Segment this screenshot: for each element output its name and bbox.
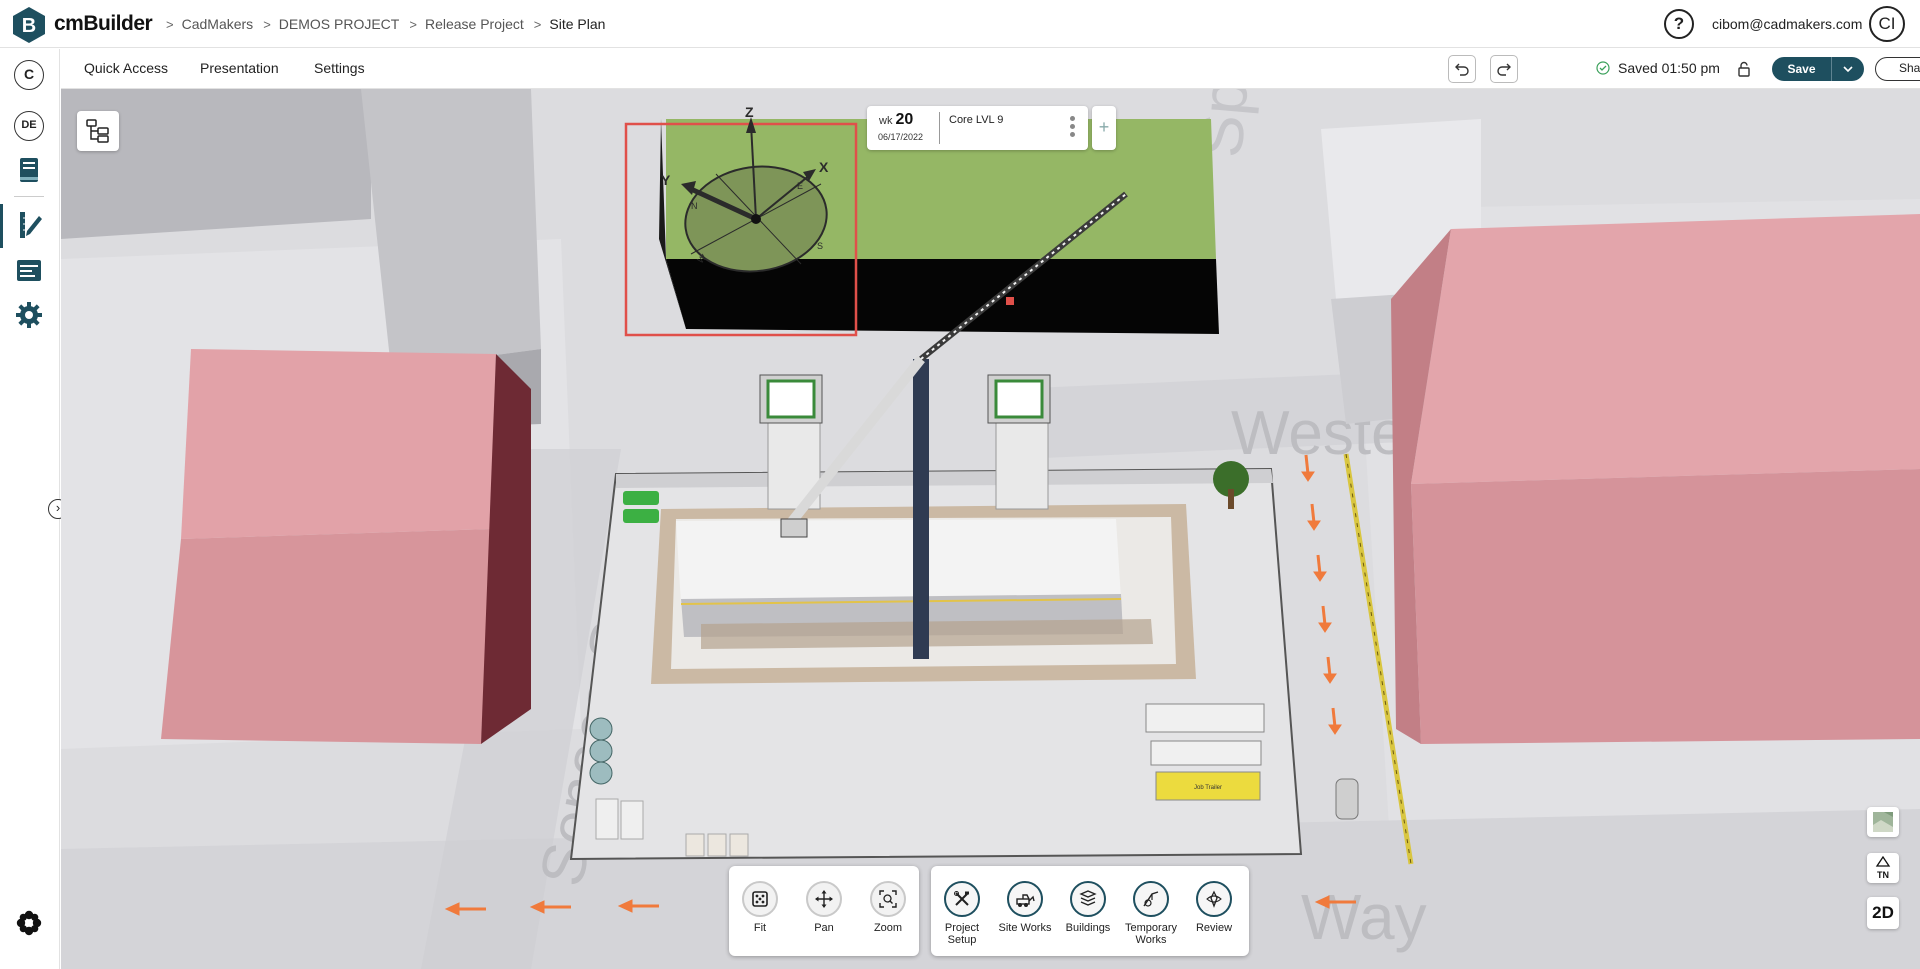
flower-icon[interactable]	[13, 907, 45, 939]
schedule-icon[interactable]	[13, 254, 45, 286]
redo-button[interactable]	[1490, 55, 1518, 83]
project-setup-icon	[944, 881, 980, 917]
svg-text:N: N	[691, 201, 698, 211]
chevron-right-icon: >	[409, 16, 417, 32]
save-status: Saved 01:50 pm	[1596, 60, 1720, 76]
lock-icon	[1738, 61, 1750, 77]
rail-divider	[14, 196, 44, 197]
rail-active-indicator	[0, 204, 3, 248]
site-works-icon	[1007, 881, 1043, 917]
trailer-sign: Job Trailer	[1194, 785, 1222, 791]
redo-icon	[1497, 63, 1511, 76]
breadcrumb: > CadMakers > DEMOS PROJECT > Release Proje…	[166, 16, 615, 32]
map-thumbnail-icon	[1873, 812, 1893, 832]
3d-viewport[interactable]: Spr Weste Seneca St Way	[61, 89, 1920, 969]
work-tools-panel: Project Setup Site Works Buildings Tempo…	[931, 866, 1249, 956]
check-circle-icon	[1596, 61, 1610, 75]
user-email[interactable]: cibom@cadmakers.com	[1712, 16, 1862, 32]
add-timeline-button[interactable]: +	[1092, 106, 1116, 150]
review-icon	[1196, 881, 1232, 917]
breadcrumb-current: > Site Plan	[533, 16, 606, 32]
brand-name: cmBuilder	[54, 12, 153, 35]
review-button[interactable]: Review	[1183, 881, 1245, 934]
zoom-icon	[870, 881, 906, 917]
fit-button[interactable]: Fit	[729, 881, 791, 934]
chevron-right-icon: >	[166, 16, 174, 32]
breadcrumb-item[interactable]: > Release Project	[409, 16, 523, 32]
book-icon[interactable]	[13, 154, 45, 186]
save-button[interactable]: Save	[1772, 57, 1864, 81]
timeline-divider	[939, 112, 940, 144]
true-north-icon: TN	[1875, 856, 1891, 880]
svg-text:S: S	[817, 241, 823, 251]
undo-icon	[1455, 63, 1469, 76]
pan-icon	[806, 881, 842, 917]
pencil-ruler-icon[interactable]	[13, 209, 45, 241]
temporary-works-button[interactable]: Temporary Works	[1120, 881, 1182, 946]
navigation-tools-panel: Fit Pan Zoom	[729, 866, 919, 956]
project-setup-button[interactable]: Project Setup	[931, 881, 993, 946]
share-button[interactable]: Share	[1875, 57, 1920, 81]
svg-text:B: B	[22, 15, 36, 37]
timeline-date: 06/17/2022	[878, 132, 924, 142]
svg-text:X: X	[819, 159, 829, 175]
timeline-card[interactable]: wk 20 06/17/2022 Core LVL 9	[867, 106, 1088, 150]
lock-button[interactable]	[1730, 55, 1758, 83]
temporary-works-icon	[1133, 881, 1169, 917]
svg-text:TN: TN	[1877, 870, 1889, 880]
model-tree-button[interactable]	[77, 111, 119, 151]
site-scene[interactable]: Spr Weste Seneca St Way	[61, 89, 1920, 969]
true-north-button[interactable]: TN	[1867, 853, 1899, 883]
user-avatar[interactable]: CI	[1869, 6, 1905, 42]
tree-icon	[86, 119, 109, 143]
street-label: Way	[1301, 881, 1427, 953]
buildings-icon	[1070, 881, 1106, 917]
svg-text:Y: Y	[661, 172, 671, 188]
breadcrumb-item[interactable]: > DEMOS PROJECT	[263, 16, 399, 32]
breadcrumb-item[interactable]: > CadMakers	[166, 16, 253, 32]
pan-button[interactable]: Pan	[793, 881, 855, 934]
chevron-right-icon: >	[263, 16, 271, 32]
svg-text:E: E	[797, 181, 803, 191]
building-left[interactable]	[161, 349, 531, 744]
building-right[interactable]	[1391, 214, 1920, 744]
timeline-phase-label: Core LVL 9	[949, 114, 1004, 126]
chevron-down-icon[interactable]	[1832, 57, 1864, 81]
zoom-button[interactable]: Zoom	[857, 881, 919, 934]
help-icon[interactable]: ?	[1664, 9, 1694, 39]
secondary-toolbar: Quick Access Presentation Settings Saved…	[61, 49, 1920, 89]
timeline-week: wk 20	[879, 111, 914, 128]
buildings-button[interactable]: Buildings	[1057, 881, 1119, 934]
cmbuilder-logo-icon[interactable]: B	[12, 6, 46, 44]
menu-presentation[interactable]: Presentation	[200, 60, 279, 76]
gear-icon[interactable]	[13, 299, 45, 331]
chevron-right-icon: >	[533, 16, 542, 32]
workspace-badge[interactable]: DE	[13, 110, 45, 142]
map-layer-button[interactable]	[1867, 807, 1899, 837]
svg-text:Z: Z	[745, 104, 754, 120]
view-mode-2d-button[interactable]: 2D	[1867, 897, 1899, 929]
site-works-button[interactable]: Site Works	[994, 881, 1056, 934]
kebab-menu-icon[interactable]	[1070, 116, 1076, 140]
menu-settings[interactable]: Settings	[314, 60, 365, 76]
fit-icon	[742, 881, 778, 917]
company-avatar[interactable]: C	[13, 59, 45, 91]
menu-quick-access[interactable]: Quick Access	[84, 60, 168, 76]
top-bar: B cmBuilder > CadMakers > DEMOS PROJECT > R…	[0, 0, 1920, 48]
undo-button[interactable]	[1448, 55, 1476, 83]
